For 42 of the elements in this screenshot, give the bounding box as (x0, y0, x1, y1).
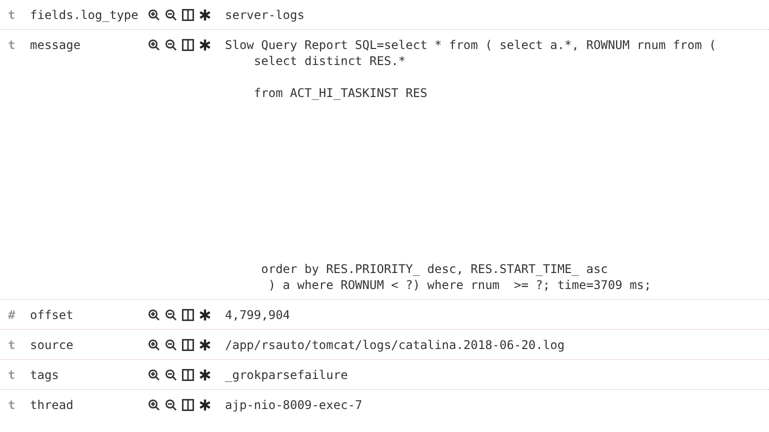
columns-icon[interactable] (182, 369, 194, 381)
columns-icon[interactable] (182, 9, 194, 21)
zoom-in-icon[interactable] (148, 9, 160, 21)
field-name: tags (30, 367, 60, 383)
zoom-in-icon[interactable] (148, 369, 160, 381)
zoom-in-icon[interactable] (148, 399, 160, 411)
field-name: source (30, 337, 74, 353)
field-value: _grokparsefailure (225, 367, 349, 383)
columns-icon[interactable] (182, 399, 194, 411)
field-name: thread (30, 397, 74, 413)
asterisk-icon[interactable] (199, 369, 211, 381)
zoom-in-icon[interactable] (148, 39, 160, 51)
zoom-out-icon[interactable] (165, 369, 177, 381)
asterisk-icon[interactable] (199, 309, 211, 321)
field-name: message (30, 37, 82, 53)
field-value: ajp-nio-8009-exec-7 (225, 397, 364, 413)
field-type-icon: t (8, 397, 19, 413)
field-value: 4,799,904 (225, 307, 292, 323)
zoom-out-icon[interactable] (165, 309, 177, 321)
columns-icon[interactable] (182, 309, 194, 321)
asterisk-icon[interactable] (199, 399, 211, 411)
field-name: offset (30, 307, 74, 323)
zoom-out-icon[interactable] (165, 39, 177, 51)
zoom-out-icon[interactable] (165, 339, 177, 351)
asterisk-icon[interactable] (199, 39, 211, 51)
asterisk-icon[interactable] (199, 339, 211, 351)
field-name: fields.log_type (30, 7, 140, 23)
zoom-in-icon[interactable] (148, 339, 160, 351)
field-value: server-logs (225, 7, 306, 23)
zoom-in-icon[interactable] (148, 309, 160, 321)
field-type-icon: t (8, 337, 19, 353)
field-value: /app/rsauto/tomcat/logs/catalina.2018-06-20.log (225, 337, 566, 353)
zoom-out-icon[interactable] (165, 399, 177, 411)
field-type-icon: t (8, 367, 19, 383)
asterisk-icon[interactable] (199, 9, 211, 21)
field-type-icon: t (8, 7, 19, 23)
field-value: Slow Query Report SQL=select * from ( select a.*, ROWNUM rnum from ( select distinct RES.* from ACT_HI_TASKINST RES order by RES.PRIORITY_ desc, RES.START_TIME_ asc ) a where ROWNUM < ?) where rnum >= ?; time=3709 ms; (225, 37, 718, 293)
field-type-icon: t (8, 37, 19, 53)
columns-icon[interactable] (182, 39, 194, 51)
field-type-icon: # (8, 307, 19, 323)
zoom-out-icon[interactable] (165, 9, 177, 21)
columns-icon[interactable] (182, 339, 194, 351)
